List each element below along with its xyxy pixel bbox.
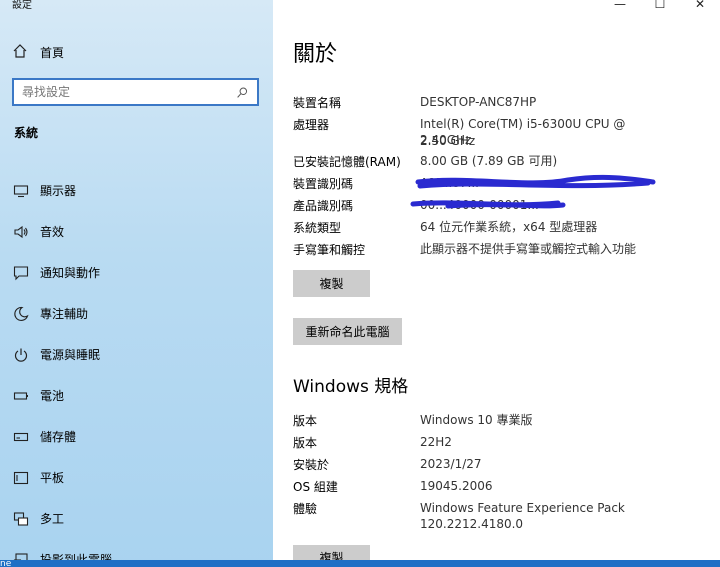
sidebar-item-notifications[interactable]: 通知與動作 <box>12 252 267 293</box>
sidebar-item-focus-assist[interactable]: 專注輔助 <box>12 293 267 334</box>
sidebar-item-label: 專注輔助 <box>40 307 89 321</box>
sidebar-item-label: 電池 <box>40 389 65 403</box>
spec-key: 系統類型 <box>293 221 342 235</box>
maximize-button[interactable]: ☐ <box>640 0 680 14</box>
spec-key: 版本 <box>293 414 318 428</box>
sidebar-item-label: 音效 <box>40 225 65 239</box>
sidebar-item-label: 顯示器 <box>40 184 77 198</box>
spec-value: 22H2 <box>420 435 452 449</box>
moon-icon <box>12 305 30 323</box>
multitask-icon <box>12 510 30 528</box>
spec-value-line2: 120.2212.4180.0 <box>420 517 524 531</box>
spec-key: 已安裝記憶體(RAM) <box>293 155 401 169</box>
spec-value: 此顯示器不提供手寫筆或觸控式輸入功能 <box>420 242 637 256</box>
spec-key: 裝置名稱 <box>293 96 342 110</box>
power-icon <box>12 346 30 364</box>
sidebar-item-label: 多工 <box>40 512 65 526</box>
spec-value: 8.00 GB (7.89 GB 可用) <box>420 154 558 168</box>
spec-key: 手寫筆和觸控 <box>293 243 366 257</box>
sidebar-item-label: 平板 <box>40 471 65 485</box>
close-button[interactable]: ✕ <box>680 0 720 14</box>
sidebar: 設定 首頁 系統 顯示器 音效 通知與動作 專注輔助 <box>0 0 273 567</box>
sidebar-item-label: 電源與睡眠 <box>40 348 101 362</box>
spec-value: 64 位元作業系統，x64 型處理器 <box>420 220 598 234</box>
spec-key: 處理器 <box>293 118 330 132</box>
sidebar-item-power-sleep[interactable]: 電源與睡眠 <box>12 334 267 375</box>
spec-value: 00...40000-00001... <box>420 198 539 212</box>
sidebar-item-label: 儲存體 <box>40 430 77 444</box>
copy-device-specs-button[interactable]: 複製 <box>293 270 370 297</box>
rename-pc-button[interactable]: 重新命名此電腦 <box>293 318 402 345</box>
nav-list: 顯示器 音效 通知與動作 專注輔助 電源與睡眠 電池 儲存體 平板 多工 <box>12 170 267 567</box>
monitor-icon <box>12 182 30 200</box>
speaker-icon <box>12 223 30 241</box>
sidebar-item-label: 通知與動作 <box>40 266 101 280</box>
sidebar-item-display[interactable]: 顯示器 <box>12 170 267 211</box>
spec-value: Windows 10 專業版 <box>420 413 533 427</box>
windows-specs-heading: Windows 規格 <box>293 377 409 397</box>
search-icon[interactable] <box>231 81 253 103</box>
tablet-icon <box>12 469 30 487</box>
app-title: 設定 <box>12 0 32 11</box>
spec-value: A2F...87... <box>420 176 479 190</box>
minimize-button[interactable]: — <box>600 0 640 14</box>
section-heading: 系統 <box>14 126 39 140</box>
spec-value: 19045.2006 <box>420 479 493 493</box>
sidebar-item-sound[interactable]: 音效 <box>12 211 267 252</box>
spec-key: 體驗 <box>293 502 318 516</box>
sidebar-item-storage[interactable]: 儲存體 <box>12 416 267 457</box>
spec-key: 產品識別碼 <box>293 199 354 213</box>
nav-home-label: 首頁 <box>40 45 65 60</box>
battery-icon <box>12 387 30 405</box>
search-input[interactable] <box>14 80 231 104</box>
search-box[interactable] <box>12 78 259 106</box>
spec-key: 版本 <box>293 436 318 450</box>
notification-icon <box>12 264 30 282</box>
taskbar-text: ne <box>0 559 12 567</box>
spec-key: OS 組建 <box>293 480 338 494</box>
page-title: 關於 <box>293 42 338 67</box>
home-icon <box>12 43 30 61</box>
window-controls: — ☐ ✕ <box>600 0 720 14</box>
spec-value: 2023/1/27 <box>420 457 482 471</box>
taskbar <box>0 560 720 567</box>
sidebar-item-battery[interactable]: 電池 <box>12 375 267 416</box>
spec-key: 裝置識別碼 <box>293 177 354 191</box>
nav-home[interactable]: 首頁 <box>12 40 64 64</box>
spec-key: 安裝於 <box>293 458 330 472</box>
sidebar-item-multitasking[interactable]: 多工 <box>12 498 267 539</box>
spec-value: DESKTOP-ANC87HP <box>420 95 537 109</box>
spec-value: Windows Feature Experience Pack <box>420 501 625 515</box>
sidebar-item-tablet[interactable]: 平板 <box>12 457 267 498</box>
storage-icon <box>12 428 30 446</box>
spec-value-line2: 2.50 GHz <box>420 134 476 148</box>
